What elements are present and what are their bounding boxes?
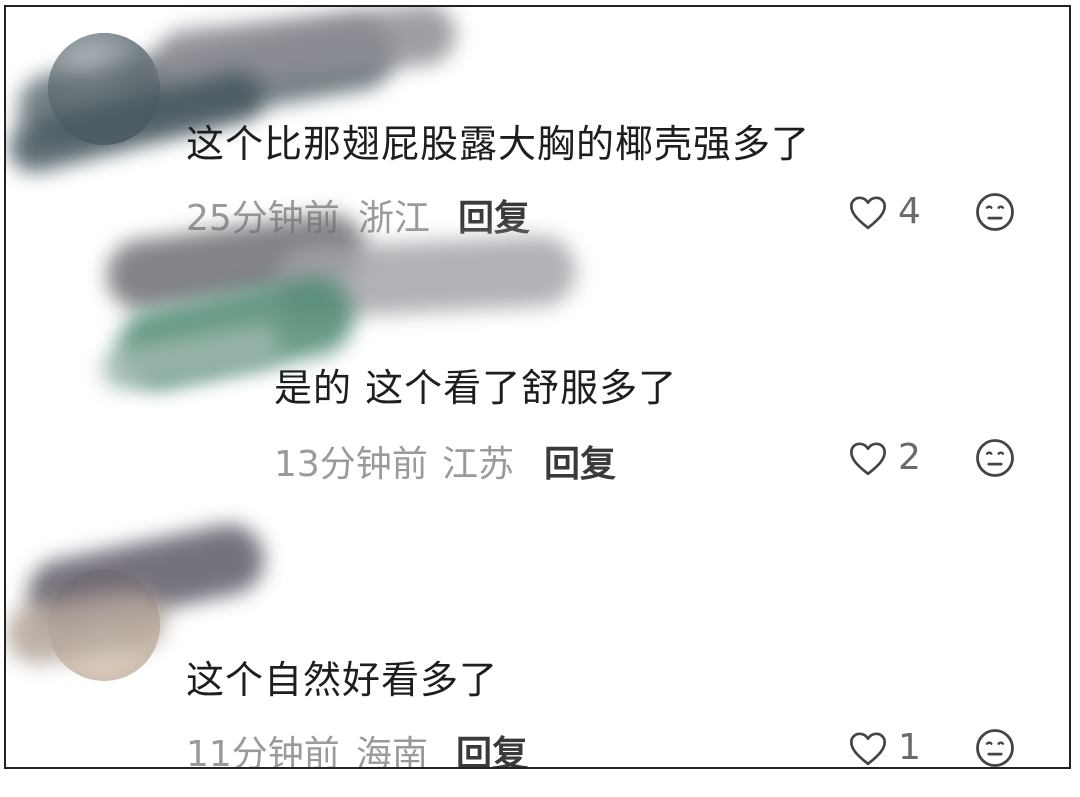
neutral-face-icon[interactable] (974, 727, 1016, 769)
reply-button[interactable]: 回复 (456, 725, 528, 767)
comment-list: 这个比那翅屁股露大胸的椰壳强多了 25分钟前 浙江 回复 4 是的 这个看了舒服… (4, 5, 1071, 769)
comment-item: 这个自然好看多了 11分钟前 海南 回复 1 (6, 7, 1069, 769)
like-count: 1 (898, 727, 921, 768)
heart-outline-icon (850, 731, 886, 765)
comment-text: 这个自然好看多了 (186, 658, 499, 702)
comment-location: 海南 (356, 734, 429, 769)
comment-time: 11分钟前 (186, 734, 340, 769)
like-button[interactable]: 1 (848, 727, 921, 768)
